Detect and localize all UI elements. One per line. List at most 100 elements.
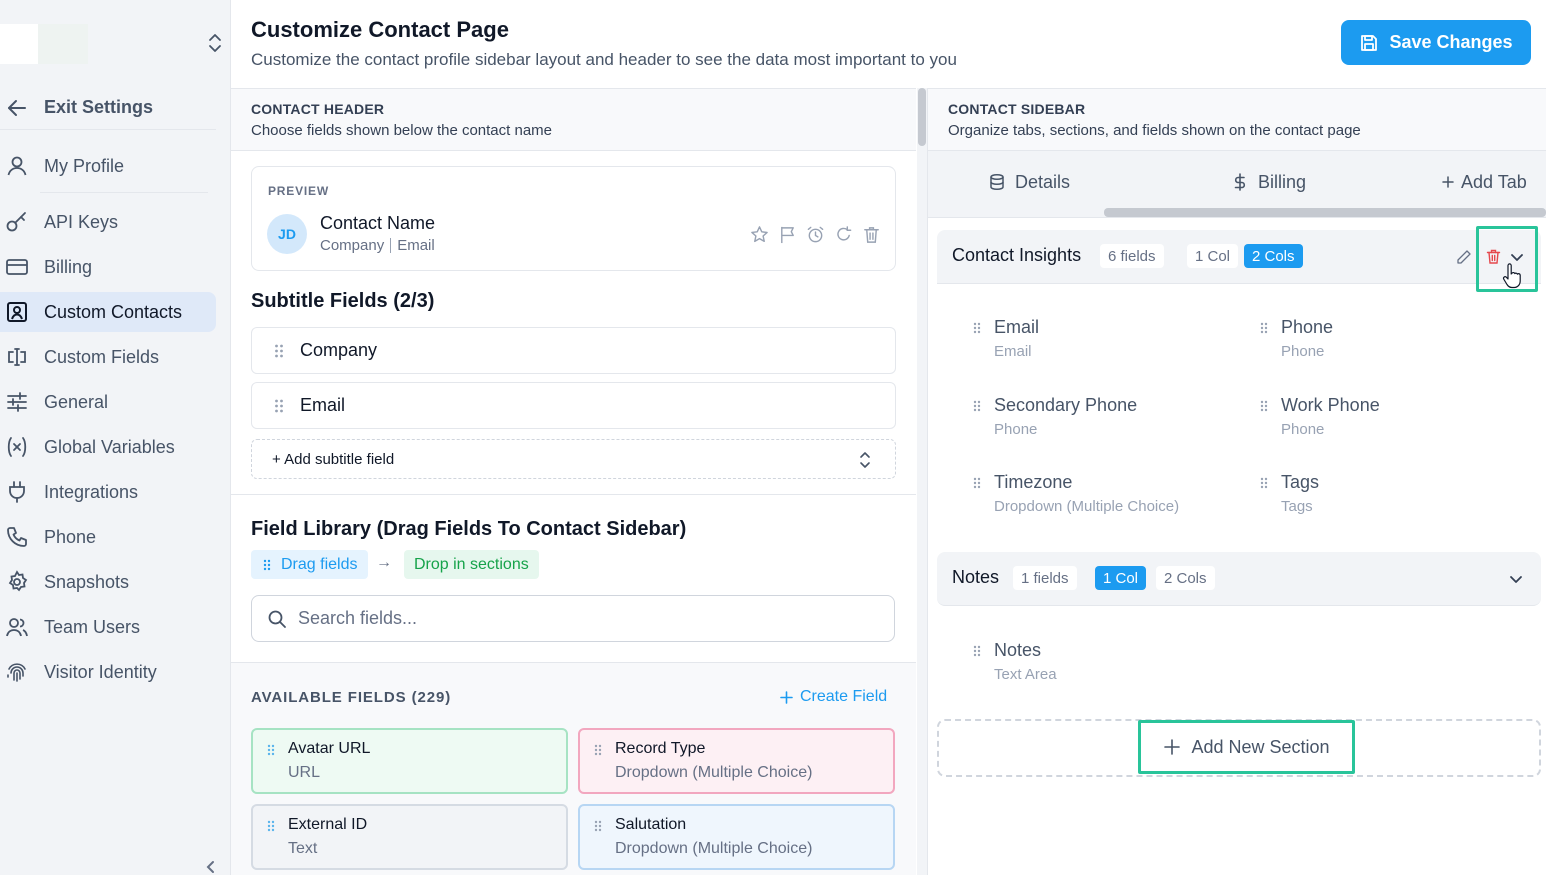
chevron-up-down-icon xyxy=(857,451,873,469)
sidebar-item-integrations[interactable]: Integrations xyxy=(0,472,216,512)
collapse-sidebar-icon[interactable] xyxy=(203,860,217,874)
sidebar-item-snapshots[interactable]: Snapshots xyxy=(0,562,216,602)
section-field[interactable]: Work Phone Phone xyxy=(1260,395,1510,440)
drag-fields-badge: Drag fields xyxy=(251,550,369,579)
subtitle-field-company[interactable]: Company xyxy=(251,327,896,374)
drag-handle-icon[interactable] xyxy=(594,820,602,832)
section-field[interactable]: Phone Phone xyxy=(1260,317,1510,362)
drag-handle-icon[interactable] xyxy=(267,744,275,756)
field-count-badge: 6 fields xyxy=(1100,244,1164,268)
drag-handle-icon[interactable] xyxy=(973,477,981,489)
layout-2-cols-toggle[interactable]: 2 Cols xyxy=(1244,244,1303,268)
field-name: Timezone xyxy=(994,472,1073,492)
sidebar-item-custom-contacts[interactable]: Custom Contacts xyxy=(0,292,216,332)
library-field-card[interactable]: Salutation Dropdown (Multiple Choice) xyxy=(578,804,895,870)
chevron-up-down-icon[interactable] xyxy=(206,32,224,54)
drag-handle-icon[interactable] xyxy=(274,399,284,413)
alarm-icon xyxy=(806,225,825,244)
sidebar-item-label: Global Variables xyxy=(44,436,175,457)
section-header-notes[interactable]: Notes 1 fields 1 Col 2 Cols xyxy=(937,552,1541,606)
drag-handle-icon[interactable] xyxy=(1260,477,1268,489)
drag-handle-icon[interactable] xyxy=(973,645,981,657)
section-field[interactable]: Tags Tags xyxy=(1260,472,1510,517)
subtitle-field-email[interactable]: Email xyxy=(251,382,896,429)
section-title: Notes xyxy=(952,567,1000,587)
field-type: Phone xyxy=(1281,343,1325,360)
drag-handle-icon[interactable] xyxy=(274,344,284,358)
add-tab-button[interactable]: Add Tab xyxy=(1442,170,1527,194)
field-search[interactable] xyxy=(251,595,895,642)
sidebar-item-label: Custom Contacts xyxy=(44,301,183,322)
sidebar-item-general[interactable]: General xyxy=(0,382,216,422)
sidebar-item-custom-fields[interactable]: Custom Fields xyxy=(0,337,216,377)
contact-header-description: Choose fields shown below the contact na… xyxy=(251,122,553,139)
sidebar-item-global-variables[interactable]: Global Variables xyxy=(0,427,216,467)
section-field[interactable]: Timezone Dropdown (Multiple Choice) xyxy=(973,472,1223,517)
drop-in-sections-badge: Drop in sections xyxy=(404,550,539,579)
highlight-box xyxy=(1138,720,1355,774)
section-header-contact-insights[interactable]: Contact Insights 6 fields 1 Col 2 Cols xyxy=(937,230,1541,284)
field-name: Tags xyxy=(1281,472,1320,492)
contact-sidebar-description: Organize tabs, sections, and fields show… xyxy=(948,122,1361,139)
sidebar-item-label: Integrations xyxy=(44,481,139,502)
preview-actions xyxy=(750,225,881,244)
tab-label: Billing xyxy=(1258,171,1307,192)
tab-details[interactable]: Details xyxy=(988,170,1070,194)
tab-label: Add Tab xyxy=(1461,171,1527,192)
account-switcher[interactable] xyxy=(0,20,231,66)
plus-icon xyxy=(1442,176,1454,188)
drag-handle-icon[interactable] xyxy=(973,322,981,334)
tab-billing[interactable]: Billing xyxy=(1231,170,1306,194)
layout-2-cols-toggle[interactable]: 2 Cols xyxy=(1156,566,1215,590)
drag-handle-icon[interactable] xyxy=(267,820,275,832)
sidebar-item-my-profile[interactable]: My Profile xyxy=(0,146,216,186)
drag-handle-icon[interactable] xyxy=(973,400,981,412)
contact-sidebar-section-header: CONTACT SIDEBAR Organize tabs, sections,… xyxy=(928,88,1546,151)
drag-handle-icon[interactable] xyxy=(1260,322,1268,334)
arrow-right-icon: → xyxy=(376,554,392,571)
drag-handle-icon[interactable] xyxy=(1260,400,1268,412)
edit-icon[interactable] xyxy=(1456,249,1472,265)
create-field-link[interactable]: Create Field xyxy=(780,688,887,706)
search-input[interactable] xyxy=(298,608,858,629)
sidebar-item-phone[interactable]: Phone xyxy=(0,517,216,557)
save-icon xyxy=(1359,33,1379,53)
layout-1-col-toggle[interactable]: 1 Col xyxy=(1095,566,1147,590)
chevron-down-icon[interactable] xyxy=(1509,572,1523,586)
hand-cursor-icon xyxy=(1502,263,1522,289)
save-changes-label: Save Changes xyxy=(1389,32,1513,52)
library-field-card[interactable]: Record Type Dropdown (Multiple Choice) xyxy=(578,728,895,794)
library-field-card[interactable]: External ID Text xyxy=(251,804,568,870)
sidebar-item-api-keys[interactable]: API Keys xyxy=(0,202,216,242)
tabs-scrollbar[interactable] xyxy=(1104,208,1546,217)
sidebar-item-team-users[interactable]: Team Users xyxy=(0,607,216,647)
plug-icon xyxy=(5,480,29,504)
scrollbar[interactable] xyxy=(917,88,927,875)
section-field[interactable]: Email Email xyxy=(973,317,1223,362)
sidebar-tabs: Details Billing Add Tab xyxy=(928,151,1546,218)
field-type: Dropdown (Multiple Choice) xyxy=(615,764,813,781)
add-subtitle-field-select[interactable]: + Add subtitle field xyxy=(251,439,896,479)
available-fields-heading: AVAILABLE FIELDS (229) xyxy=(251,689,452,706)
library-field-card[interactable]: Avatar URL URL xyxy=(251,728,568,794)
sidebar-divider xyxy=(40,192,208,193)
phone-icon xyxy=(5,525,29,549)
sidebar-item-visitor-identity[interactable]: Visitor Identity xyxy=(0,652,216,692)
drop-in-sections-label: Drop in sections xyxy=(414,555,529,573)
field-name: Notes xyxy=(994,640,1042,660)
arrow-left-icon xyxy=(6,97,28,119)
exit-settings-label: Exit Settings xyxy=(44,97,154,117)
drag-handle-icon[interactable] xyxy=(594,744,602,756)
sidebar-item-label: Visitor Identity xyxy=(44,661,157,682)
scrollbar-thumb[interactable] xyxy=(918,88,926,146)
sidebar-item-billing[interactable]: Billing xyxy=(0,247,216,287)
section-field[interactable]: Secondary Phone Phone xyxy=(973,395,1223,440)
layout-1-col-toggle[interactable]: 1 Col xyxy=(1187,244,1239,268)
exit-settings-button[interactable]: Exit Settings xyxy=(0,86,216,130)
save-changes-button[interactable]: Save Changes xyxy=(1341,20,1531,65)
field-type: Phone xyxy=(994,421,1038,438)
credit-card-icon xyxy=(5,255,29,279)
section-field[interactable]: Notes Text Area xyxy=(973,640,1223,685)
add-subtitle-label: + Add subtitle field xyxy=(272,450,395,468)
dollar-icon xyxy=(1231,173,1249,191)
